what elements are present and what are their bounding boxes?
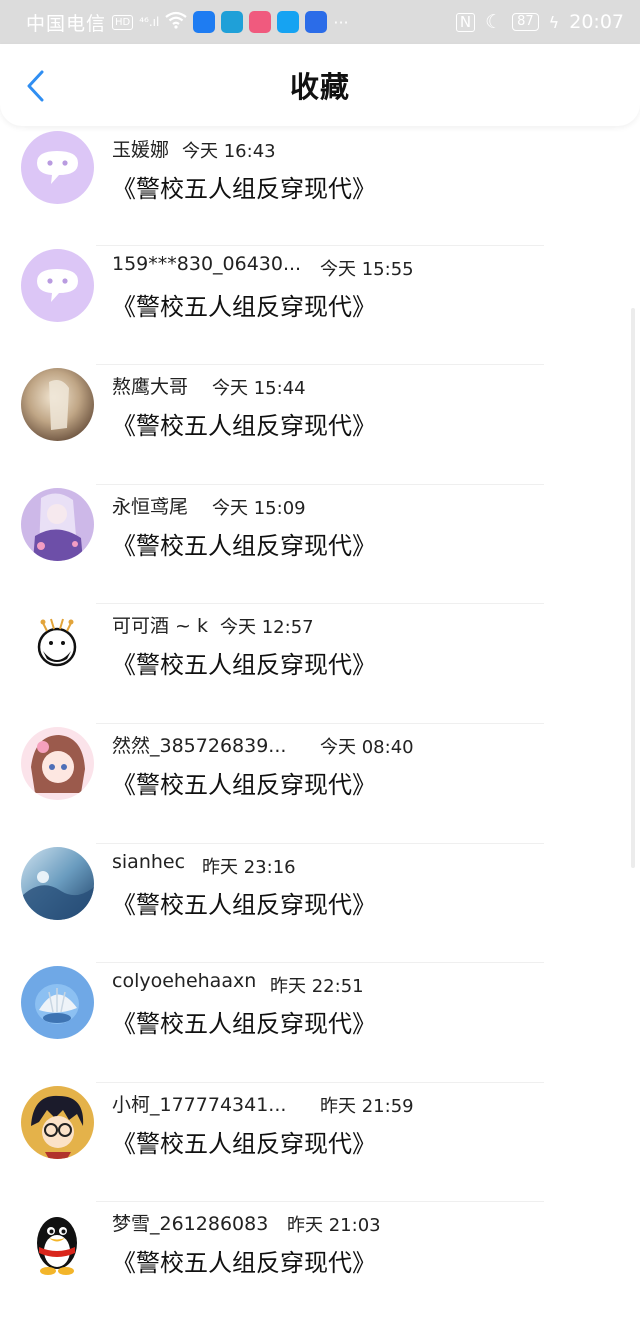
user-name: 永恒鸢尾 xyxy=(112,495,189,518)
colorful-app-icon xyxy=(249,11,272,33)
avatar[interactable] xyxy=(21,368,94,442)
list-item[interactable]: 梦雪_261286083 昨天 21:03 《警校五人组反穿现代》 xyxy=(0,1202,640,1322)
timestamp: 今天 15:55 xyxy=(320,258,414,280)
page-title: 收藏 xyxy=(289,70,350,104)
list-item[interactable]: 然然_385726839... 今天 08:40 《警校五人组反穿现代》 xyxy=(0,724,640,844)
user-name: 159***830_06430... xyxy=(112,252,302,275)
timestamp: 昨天 22:51 xyxy=(270,976,364,998)
book-title[interactable]: 《警校五人组反穿现代》 xyxy=(112,169,376,204)
book-title[interactable]: 《警校五人组反穿现代》 xyxy=(112,1004,376,1039)
user-name: 小柯_177774341... xyxy=(112,1093,287,1116)
timestamp: 昨天 21:59 xyxy=(320,1095,414,1117)
timestamp: 今天 15:44 xyxy=(212,378,306,400)
list-item[interactable]: 永恒鸢尾 今天 15:09 《警校五人组反穿现代》 xyxy=(0,485,640,605)
avatar[interactable] xyxy=(21,487,94,561)
list-item[interactable]: 玉媛娜 今天 16:43 《警校五人组反穿现代》 xyxy=(0,126,640,246)
book-app-icon xyxy=(221,11,244,33)
carrier-label: 中国电信 xyxy=(26,12,107,35)
avatar[interactable] xyxy=(21,1085,94,1159)
book-title[interactable]: 《警校五人组反穿现代》 xyxy=(112,645,376,680)
avatar[interactable] xyxy=(21,726,94,800)
avatar[interactable] xyxy=(21,607,94,681)
shield-app-icon xyxy=(193,11,216,33)
nfc-icon: N xyxy=(455,12,476,32)
book-title[interactable]: 《警校五人组反穿现代》 xyxy=(112,1124,376,1159)
timestamp: 今天 08:40 xyxy=(320,736,414,758)
avatar[interactable] xyxy=(21,846,94,920)
user-name: 玉媛娜 xyxy=(112,139,170,161)
user-name: 可可酒 ~ k xyxy=(112,615,209,638)
search-app-icon xyxy=(277,11,300,33)
user-name: 熬鹰大哥 xyxy=(112,376,189,399)
avatar[interactable] xyxy=(21,966,94,1040)
status-bar: 中国电信 HD ⁴⁶.ıl ··· N ☾ 87 ϟ 20:07 xyxy=(0,0,640,44)
book-title[interactable]: 《警校五人组反穿现代》 xyxy=(112,526,376,561)
list-item[interactable]: 小柯_177774341... 昨天 21:59 《警校五人组反穿现代》 xyxy=(0,1083,640,1203)
book-title[interactable]: 《警校五人组反穿现代》 xyxy=(112,1243,376,1278)
back-button[interactable] xyxy=(16,66,56,106)
avatar[interactable] xyxy=(21,248,94,322)
book-title[interactable]: 《警校五人组反穿现代》 xyxy=(112,287,376,322)
list-item[interactable]: 熬鹰大哥 今天 15:44 《警校五人组反穿现代》 xyxy=(0,365,640,485)
timestamp: 今天 15:09 xyxy=(212,497,306,519)
list-item[interactable]: 可可酒 ~ k 今天 12:57 《警校五人组反穿现代》 xyxy=(0,604,640,724)
chevron-left-icon xyxy=(27,70,44,102)
user-name: sianhec xyxy=(112,850,186,873)
timestamp: 昨天 23:16 xyxy=(202,856,296,878)
list-item[interactable]: sianhec 昨天 23:16 《警校五人组反穿现代》 xyxy=(0,844,640,964)
favorites-list: 玉媛娜 今天 16:43 《警校五人组反穿现代》 159***830_06430...… xyxy=(0,126,640,1322)
book-title[interactable]: 《警校五人组反穿现代》 xyxy=(112,765,376,800)
timestamp: 今天 16:43 xyxy=(182,141,276,162)
list-item[interactable]: 159***830_06430... 今天 15:55 《警校五人组反穿现代》 xyxy=(0,246,640,366)
user-name: colyoehehaaxn xyxy=(112,970,257,993)
clock-time: 20:07 xyxy=(569,11,624,33)
list-item[interactable]: colyoehehaaxn 昨天 22:51 《警校五人组反穿现代》 xyxy=(0,963,640,1083)
moon-icon: ☾ xyxy=(485,11,503,33)
book-title[interactable]: 《警校五人组反穿现代》 xyxy=(112,406,376,441)
more-notifications-icon: ··· xyxy=(333,12,349,32)
signal-icon: ⁴⁶.ıl xyxy=(139,15,160,29)
timestamp: 今天 12:57 xyxy=(220,617,314,639)
hd-badge: HD xyxy=(112,14,134,30)
book-title[interactable]: 《警校五人组反穿现代》 xyxy=(112,885,376,920)
avatar[interactable] xyxy=(21,1205,94,1279)
avatar[interactable] xyxy=(21,131,94,204)
charging-icon: ϟ xyxy=(548,12,560,32)
user-name: 然然_385726839... xyxy=(112,734,287,757)
wifi-icon xyxy=(165,11,188,33)
user-name: 梦雪_261286083 xyxy=(112,1213,269,1236)
page-header: 收藏 xyxy=(0,44,640,126)
battery-icon: 87 xyxy=(512,13,539,31)
bulb-app-icon xyxy=(305,11,328,33)
scrollbar[interactable] xyxy=(631,308,635,868)
timestamp: 昨天 21:03 xyxy=(287,1215,381,1237)
